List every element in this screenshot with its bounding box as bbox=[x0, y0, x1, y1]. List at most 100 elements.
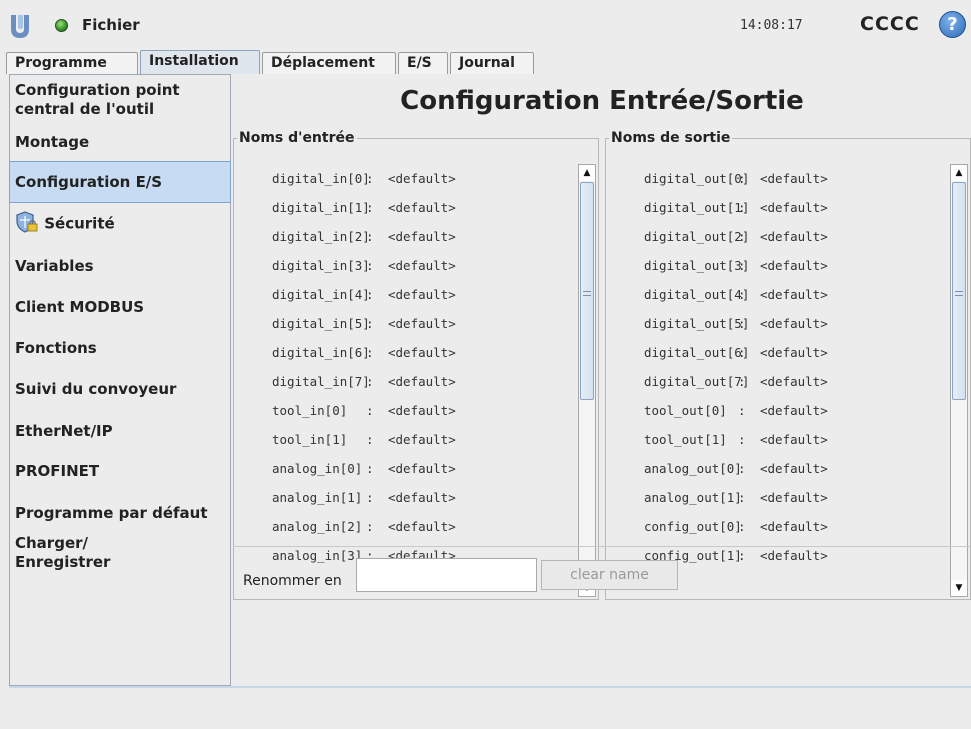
io-signal-alias: <default> bbox=[388, 461, 456, 476]
separator: : bbox=[738, 287, 746, 302]
sidebar-item-securite[interactable]: Sécurité bbox=[10, 211, 230, 235]
sidebar-item-label: Configuration E/S bbox=[15, 173, 163, 191]
tab-es[interactable]: E/S bbox=[398, 52, 448, 74]
input-name-row[interactable]: digital_in[3]: <default> bbox=[236, 251, 576, 280]
io-signal-name: digital_in[0] bbox=[272, 171, 370, 186]
io-signal-alias: <default> bbox=[760, 171, 828, 186]
output-name-row[interactable]: digital_out[1]: <default> bbox=[608, 193, 948, 222]
output-name-row[interactable]: digital_out[0]: <default> bbox=[608, 164, 948, 193]
io-signal-name: digital_in[7] bbox=[272, 374, 370, 389]
sidebar-item-modbus[interactable]: Client MODBUS bbox=[10, 298, 230, 317]
robot-name: CCCC bbox=[860, 13, 920, 35]
sidebar-item-label: Sécurité bbox=[44, 214, 115, 233]
sidebar-item-load-save[interactable]: Charger/ Enregistrer bbox=[10, 534, 130, 572]
output-names-list[interactable]: digital_out[0]: <default> digital_out[1]: <… bbox=[608, 164, 948, 597]
help-icon[interactable]: ? bbox=[939, 11, 966, 38]
input-name-row[interactable]: digital_in[4]: <default> bbox=[236, 280, 576, 309]
separator: : bbox=[738, 490, 746, 505]
io-signal-alias: <default> bbox=[760, 229, 828, 244]
scroll-up-icon[interactable]: ▲ bbox=[579, 165, 595, 181]
input-name-row[interactable]: digital_in[7]: <default> bbox=[236, 367, 576, 396]
sidebar-item-variables[interactable]: Variables bbox=[10, 257, 230, 276]
sidebar-item-io-setup[interactable]: Configuration E/S bbox=[9, 161, 231, 203]
input-scrollbar[interactable]: ▲ ▼ bbox=[578, 164, 596, 597]
page-title: Configuration Entrée/Sortie bbox=[400, 86, 804, 116]
io-signal-name: analog_out[1] bbox=[644, 490, 742, 505]
robot-status-icon bbox=[55, 19, 68, 32]
io-setup-panel: Configuration Entrée/Sortie Noms d'entré… bbox=[233, 74, 971, 686]
input-name-row[interactable]: analog_in[0]: <default> bbox=[236, 454, 576, 483]
scroll-thumb[interactable] bbox=[952, 182, 966, 400]
tab-deplacement[interactable]: Déplacement bbox=[262, 52, 396, 74]
sidebar-item-label: EtherNet/IP bbox=[15, 422, 113, 440]
output-name-row[interactable]: analog_out[0]: <default> bbox=[608, 454, 948, 483]
sidebar-item-label: Charger/ Enregistrer bbox=[15, 534, 111, 571]
io-signal-alias: <default> bbox=[388, 229, 456, 244]
sidebar-item-profinet[interactable]: PROFINET bbox=[10, 462, 230, 481]
io-signal-alias: <default> bbox=[388, 519, 456, 534]
output-name-row[interactable]: digital_out[7]: <default> bbox=[608, 367, 948, 396]
io-signal-name: digital_in[3] bbox=[272, 258, 370, 273]
output-name-row[interactable]: digital_out[3]: <default> bbox=[608, 251, 948, 280]
shield-lock-icon bbox=[16, 211, 38, 233]
io-signal-name: digital_in[1] bbox=[272, 200, 370, 215]
clear-name-button[interactable]: clear name bbox=[541, 560, 678, 590]
output-name-row[interactable]: digital_out[6]: <default> bbox=[608, 338, 948, 367]
sidebar-item-ethernetip[interactable]: EtherNet/IP bbox=[10, 422, 230, 441]
separator: : bbox=[738, 432, 746, 447]
io-signal-name: digital_out[3] bbox=[644, 258, 750, 273]
io-signal-alias: <default> bbox=[388, 490, 456, 505]
tab-installation[interactable]: Installation bbox=[140, 50, 260, 74]
input-name-row[interactable]: digital_in[2]: <default> bbox=[236, 222, 576, 251]
output-name-row[interactable]: config_out[0]: <default> bbox=[608, 512, 948, 541]
tab-journal[interactable]: Journal bbox=[450, 52, 534, 74]
io-signal-alias: <default> bbox=[388, 171, 456, 186]
clock: 14:08:17 bbox=[740, 18, 803, 33]
separator: : bbox=[738, 345, 746, 360]
input-name-row[interactable]: digital_in[0]: <default> bbox=[236, 164, 576, 193]
sidebar-item-conveyor[interactable]: Suivi du convoyeur bbox=[10, 380, 230, 399]
sidebar-item-label: Fonctions bbox=[15, 339, 97, 357]
output-name-row[interactable]: tool_out[0]: <default> bbox=[608, 396, 948, 425]
input-name-row[interactable]: tool_in[1]: <default> bbox=[236, 425, 576, 454]
io-signal-name: tool_out[0] bbox=[644, 403, 727, 418]
rename-label: Renommer en bbox=[243, 573, 342, 589]
io-signal-name: digital_in[2] bbox=[272, 229, 370, 244]
input-names-list[interactable]: digital_in[0]: <default> digital_in[1]: <de… bbox=[236, 164, 576, 597]
grip-icon bbox=[583, 291, 591, 296]
input-name-row[interactable]: digital_in[1]: <default> bbox=[236, 193, 576, 222]
output-name-row[interactable]: digital_out[4]: <default> bbox=[608, 280, 948, 309]
separator: : bbox=[366, 229, 374, 244]
rename-input[interactable] bbox=[356, 558, 537, 592]
sidebar-item-default-program[interactable]: Programme par défaut bbox=[10, 504, 230, 523]
separator: : bbox=[366, 345, 374, 360]
output-name-row[interactable]: digital_out[2]: <default> bbox=[608, 222, 948, 251]
sidebar-item-fonctions[interactable]: Fonctions bbox=[10, 339, 230, 358]
separator: : bbox=[366, 519, 374, 534]
sidebar-item-tcp[interactable]: Configuration point central de l'outil bbox=[10, 81, 230, 119]
output-name-row[interactable]: digital_out[5]: <default> bbox=[608, 309, 948, 338]
io-signal-alias: <default> bbox=[388, 374, 456, 389]
installation-sidebar: Configuration point central de l'outil M… bbox=[9, 74, 231, 686]
io-signal-name: digital_out[5] bbox=[644, 316, 750, 331]
input-name-row[interactable]: tool_in[0]: <default> bbox=[236, 396, 576, 425]
separator: : bbox=[366, 200, 374, 215]
scroll-thumb[interactable] bbox=[580, 182, 594, 400]
input-name-row[interactable]: analog_in[1]: <default> bbox=[236, 483, 576, 512]
sidebar-item-label: Variables bbox=[15, 257, 94, 275]
io-signal-name: analog_out[0] bbox=[644, 461, 742, 476]
input-name-row[interactable]: digital_in[6]: <default> bbox=[236, 338, 576, 367]
scroll-up-icon[interactable]: ▲ bbox=[951, 165, 967, 181]
input-name-row[interactable]: digital_in[5]: <default> bbox=[236, 309, 576, 338]
output-name-row[interactable]: tool_out[1]: <default> bbox=[608, 425, 948, 454]
io-signal-name: digital_out[2] bbox=[644, 229, 750, 244]
tab-programme[interactable]: Programme bbox=[6, 52, 138, 74]
io-signal-alias: <default> bbox=[760, 316, 828, 331]
sidebar-item-montage[interactable]: Montage bbox=[10, 133, 230, 152]
output-name-row[interactable]: analog_out[1]: <default> bbox=[608, 483, 948, 512]
io-signal-name: digital_in[4] bbox=[272, 287, 370, 302]
input-name-row[interactable]: analog_in[2]: <default> bbox=[236, 512, 576, 541]
output-scrollbar[interactable]: ▲ ▼ bbox=[950, 164, 968, 597]
io-signal-name: analog_in[0] bbox=[272, 461, 363, 476]
file-menu-button[interactable]: Fichier bbox=[82, 16, 140, 34]
